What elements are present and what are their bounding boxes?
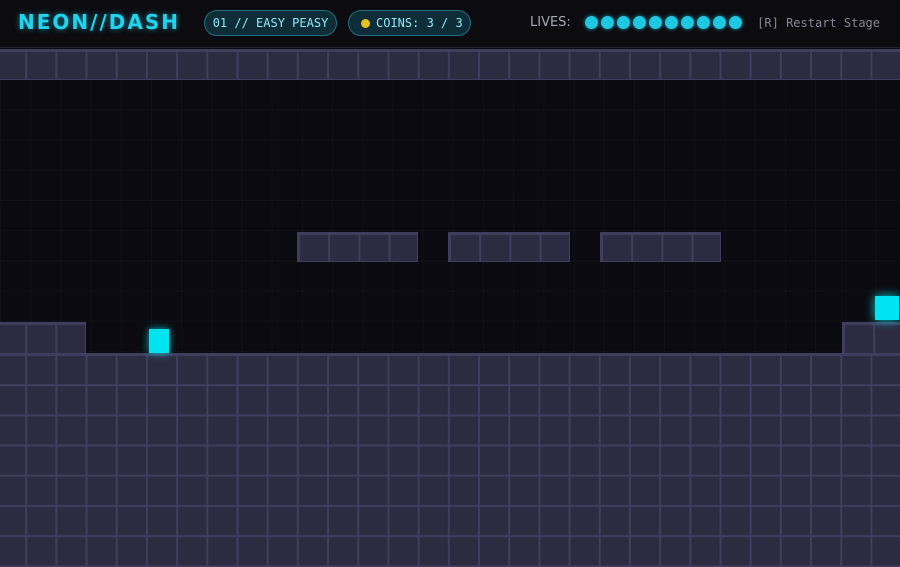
lives-indicator xyxy=(585,16,742,30)
coin-icon xyxy=(361,19,370,28)
ground-tiles xyxy=(0,353,900,567)
life-dot xyxy=(697,16,710,29)
life-dot xyxy=(601,16,614,29)
platform-left xyxy=(297,232,418,262)
life-dot xyxy=(713,16,726,29)
lives-label: LIVES: xyxy=(530,15,571,30)
coins-counter: COINS: 3 / 3 xyxy=(348,10,471,36)
level-indicator: 01 // EASY PEASY xyxy=(204,10,337,36)
life-dot xyxy=(585,16,598,29)
player-block xyxy=(149,329,169,353)
platform-middle xyxy=(448,232,570,262)
life-dot xyxy=(617,16,630,29)
restart-hint: [R] Restart Stage xyxy=(757,16,880,30)
hud-bar: NEON//DASH 01 // EASY PEASY COINS: 3 / 3… xyxy=(0,0,900,48)
ledge-left xyxy=(0,322,86,354)
coins-label: COINS: 3 / 3 xyxy=(376,16,463,30)
life-dot xyxy=(649,16,662,29)
life-dot xyxy=(665,16,678,29)
ledge-right xyxy=(842,322,900,354)
platform-right xyxy=(600,232,721,262)
ceiling-tiles xyxy=(0,49,900,80)
life-dot xyxy=(681,16,694,29)
game-logo: NEON//DASH xyxy=(18,10,180,34)
goal-block xyxy=(875,296,899,320)
life-dot xyxy=(633,16,646,29)
game-world[interactable] xyxy=(0,49,900,567)
life-dot xyxy=(729,16,742,29)
